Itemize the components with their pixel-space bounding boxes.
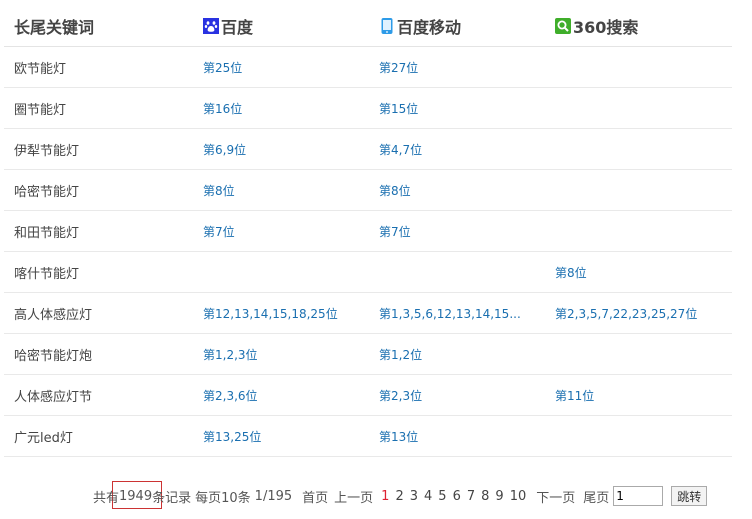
keyword-cell: 高人体感应灯 [14, 307, 93, 323]
page-number[interactable]: 3 [410, 489, 418, 504]
360-search-column-header: 360搜索 [555, 6, 732, 46]
baidu-mobile-rank-link[interactable]: 第27位 [379, 59, 418, 76]
prev-page-link[interactable]: 上一页 [334, 487, 373, 506]
table-row: 哈密节能灯 第8位 第8位 [4, 170, 732, 211]
keyword-cell: 哈密节能灯炮 [14, 348, 93, 364]
page-number[interactable]: 1 [381, 489, 389, 504]
table-row: 欧节能灯 第25位 第27位 [4, 47, 732, 88]
360-rank-link[interactable]: 第11位 [555, 387, 594, 404]
table-row: 和田节能灯 第7位 第7位 [4, 211, 732, 252]
mobile-phone-icon [381, 18, 393, 34]
baidu-mobile-rank-link[interactable]: 第13位 [379, 428, 418, 445]
keyword-cell: 伊犁节能灯 [14, 143, 80, 159]
table-row: 喀什节能灯 第8位 [4, 252, 732, 293]
page-info: 1/195 [254, 488, 293, 504]
360-rank-link[interactable]: 第2,3,5,7,22,23,25,27位 [555, 305, 697, 322]
baidu-rank-link[interactable]: 第6,9位 [203, 141, 246, 158]
page-number[interactable]: 8 [481, 489, 489, 504]
keyword-cell: 欧节能灯 [14, 61, 67, 77]
total-suffix: 条记录 [152, 490, 192, 506]
page-number[interactable]: 2 [395, 489, 403, 504]
table-row: 人体感应灯节 第2,3,6位 第2,3位 第11位 [4, 375, 732, 416]
baidu-rank-link[interactable]: 第8位 [203, 182, 235, 199]
page-number[interactable]: 4 [424, 489, 432, 504]
first-page-link[interactable]: 首页 [302, 487, 328, 506]
per-page-info: 每页10条 [195, 490, 251, 506]
baidu-mobile-rank-link[interactable]: 第2,3位 [379, 387, 422, 404]
baidu-column-label: 百度 [221, 18, 254, 37]
baidu-paw-icon [203, 18, 219, 34]
keyword-column-header: 长尾关键词 [14, 18, 95, 37]
keyword-cell: 圈节能灯 [14, 102, 67, 118]
baidu-mobile-rank-link[interactable]: 第15位 [379, 100, 418, 117]
total-prefix: 共有 [93, 490, 120, 506]
jump-button[interactable]: 跳转 [671, 486, 708, 506]
keyword-cell: 喀什节能灯 [14, 266, 80, 282]
360-search-column-label: 360搜索 [573, 18, 639, 37]
pagination: 共有 1949 条记录 每页10条 1/195 首页 上一页 1 2 3 4 5… [93, 486, 708, 506]
baidu-rank-link[interactable]: 第1,2,3位 [203, 346, 258, 363]
keyword-ranking-table: 长尾关键词 百度 百度移动 360搜索 欧节能灯 第25位 第27位 圈节能灯 … [4, 6, 732, 457]
next-page-link[interactable]: 下一页 [536, 487, 575, 506]
baidu-mobile-rank-link[interactable]: 第8位 [379, 182, 411, 199]
table-row: 伊犁节能灯 第6,9位 第4,7位 [4, 129, 732, 170]
page-number[interactable]: 6 [453, 489, 461, 504]
keyword-cell: 人体感应灯节 [14, 389, 93, 405]
360-rank-link[interactable]: 第8位 [555, 264, 587, 281]
baidu-rank-link[interactable]: 第13,25位 [203, 428, 261, 445]
table-row: 圈节能灯 第16位 第15位 [4, 88, 732, 129]
table-header: 长尾关键词 百度 百度移动 360搜索 [4, 6, 732, 47]
keyword-cell: 和田节能灯 [14, 225, 80, 241]
table-row: 广元led灯 第13,25位 第13位 [4, 416, 732, 457]
page-number[interactable]: 5 [438, 489, 446, 504]
table-row: 高人体感应灯 第12,13,14,15,18,25位 第1,3,5,6,12,1… [4, 293, 732, 334]
baidu-mobile-rank-link[interactable]: 第1,3,5,6,12,13,14,15... [379, 305, 521, 322]
baidu-column-header: 百度 [203, 6, 373, 46]
total-count: 1949 [119, 488, 153, 504]
baidu-rank-link[interactable]: 第2,3,6位 [203, 387, 258, 404]
baidu-mobile-rank-link[interactable]: 第1,2位 [379, 346, 422, 363]
baidu-mobile-rank-link[interactable]: 第7位 [379, 223, 411, 240]
page-number[interactable]: 10 [510, 489, 527, 504]
360-search-icon [555, 18, 571, 34]
baidu-rank-link[interactable]: 第16位 [203, 100, 242, 117]
baidu-rank-link[interactable]: 第7位 [203, 223, 235, 240]
baidu-mobile-rank-link[interactable]: 第4,7位 [379, 141, 422, 158]
baidu-mobile-column-header: 百度移动 [379, 6, 549, 46]
baidu-mobile-column-label: 百度移动 [397, 18, 462, 37]
keyword-cell: 哈密节能灯 [14, 184, 80, 200]
page-number[interactable]: 7 [467, 489, 475, 504]
jump-page-input[interactable] [613, 486, 664, 506]
last-page-link[interactable]: 尾页 [583, 487, 609, 506]
keyword-cell: 广元led灯 [14, 430, 73, 446]
table-row: 哈密节能灯炮 第1,2,3位 第1,2位 [4, 334, 732, 375]
baidu-rank-link[interactable]: 第12,13,14,15,18,25位 [203, 305, 338, 322]
baidu-rank-link[interactable]: 第25位 [203, 59, 242, 76]
page-number[interactable]: 9 [495, 489, 503, 504]
